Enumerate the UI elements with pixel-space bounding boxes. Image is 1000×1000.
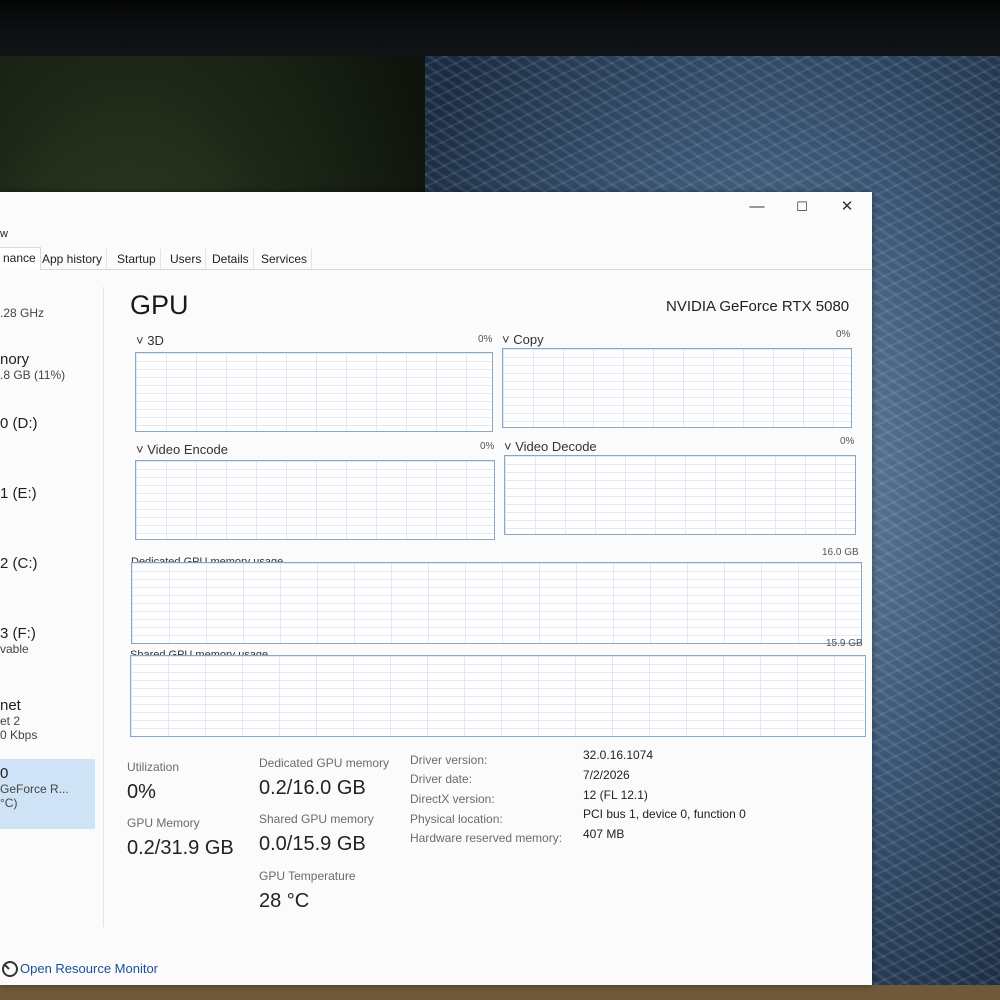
sidebar-item-disk-1[interactable]: 1 (E:)	[0, 485, 95, 502]
graph-percent-copy: 0%	[836, 329, 851, 340]
graph-percent-video-decode: 0%	[840, 436, 855, 447]
sidebar-item-disk-0[interactable]: 0 (D:)	[0, 415, 95, 432]
graph-percent-video-encode: 0%	[480, 441, 495, 452]
graph-max-dedicated-memory: 16.0 GB	[822, 547, 859, 558]
minimize-button[interactable]: —	[742, 196, 772, 218]
gpu-memory-label: GPU Memory	[127, 816, 200, 830]
graph-video-encode	[135, 460, 495, 540]
utilization-value: 0%	[127, 781, 156, 803]
gpu-temperature-label: GPU Temperature	[259, 869, 356, 883]
graph-copy	[502, 348, 852, 428]
sidebar-item-disk-2[interactable]: 2 (C:)	[0, 555, 95, 572]
tab-startup[interactable]: Startup	[113, 249, 161, 269]
graph-label-copy[interactable]: ˅ Copy	[502, 332, 544, 347]
sidebar-item-memory[interactable]: nory .8 GB (11%)	[0, 351, 95, 382]
graph-video-decode	[504, 455, 856, 535]
shared-memory-value: 0.0/15.9 GB	[259, 833, 366, 855]
utilization-label: Utilization	[127, 760, 180, 774]
sidebar-item-ethernet[interactable]: net et 2 0 Kbps	[0, 697, 95, 742]
graph-label-video-encode[interactable]: ˅ Video Encode	[136, 442, 228, 457]
graph-label-video-decode[interactable]: ˅ Video Decode	[504, 439, 597, 454]
tab-services[interactable]: Services	[257, 249, 313, 269]
gpu-memory-value: 0.2/31.9 GB	[127, 837, 234, 859]
physical-location-label: Physical location:	[410, 812, 503, 826]
maximize-button[interactable]: ☐	[787, 196, 817, 218]
sidebar-item-cpu[interactable]: .28 GHz	[0, 289, 95, 320]
monitor-bezel	[0, 0, 1000, 56]
gpu-temperature-value: 28 °C	[259, 890, 310, 912]
sidebar-item-disk-3[interactable]: 3 (F:) vable	[0, 625, 95, 656]
dedicated-memory-value: 0.2/16.0 GB	[259, 777, 366, 799]
tab-details[interactable]: Details	[208, 249, 254, 269]
tab-performance[interactable]: nance	[0, 247, 41, 271]
hardware-reserved-memory-label: Hardware reserved memory:	[410, 831, 563, 845]
physical-location-value: PCI bus 1, device 0, function 0	[583, 807, 746, 821]
menu-view-fragment[interactable]: w	[0, 228, 8, 240]
tab-bar: nance App history Startup Users Details …	[0, 247, 872, 271]
resource-monitor-icon	[2, 961, 18, 977]
tab-app-history[interactable]: App history	[38, 249, 108, 269]
page-title: GPU	[130, 290, 189, 320]
footer: Open Resource Monitor	[0, 955, 872, 985]
shared-memory-label: Shared GPU memory	[259, 812, 374, 826]
task-manager-window: w — ☐ ✕ nance App history Startup Users …	[0, 192, 872, 985]
directx-version-value: 12 (FL 12.1)	[583, 788, 648, 802]
graph-3d	[135, 352, 493, 432]
graph-shared-memory	[130, 655, 866, 737]
graph-percent-3d: 0%	[478, 334, 493, 345]
directx-version-label: DirectX version:	[410, 792, 495, 806]
graph-label-3d[interactable]: ˅ 3D	[136, 333, 164, 348]
gpu-model-name: NVIDIA GeForce RTX 5080	[666, 298, 850, 315]
open-resource-monitor-link[interactable]: Open Resource Monitor	[20, 961, 158, 976]
graph-max-shared-memory: 15.9 GB	[826, 638, 863, 649]
driver-version-label: Driver version:	[410, 753, 488, 767]
graph-dedicated-memory	[131, 562, 862, 644]
dedicated-memory-label: Dedicated GPU memory	[259, 756, 390, 770]
sidebar-item-gpu[interactable]: 0 GeForce R... °C)	[0, 759, 95, 829]
tab-users[interactable]: Users	[166, 249, 207, 269]
hardware-reserved-memory-value: 407 MB	[583, 827, 625, 841]
driver-date-value: 7/2/2026	[583, 768, 630, 782]
desk-surface	[0, 985, 1000, 1000]
driver-date-label: Driver date:	[410, 772, 473, 786]
performance-sidebar: .28 GHz nory .8 GB (11%) 0 (D:) 1 (E:) 2…	[0, 287, 104, 927]
close-button[interactable]: ✕	[832, 196, 862, 218]
driver-version-value: 32.0.16.1074	[583, 748, 654, 762]
